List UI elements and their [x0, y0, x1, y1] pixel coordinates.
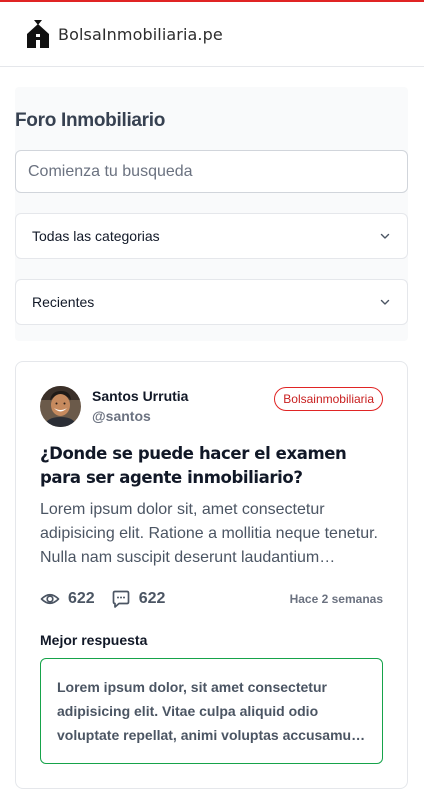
category-badge[interactable]: Bolsainmobiliaria: [274, 387, 383, 411]
post-card[interactable]: Santos Urrutia @santos Bolsainmobiliaria…: [15, 361, 408, 789]
best-answer-label: Mejor respuesta: [40, 632, 148, 648]
avatar[interactable]: [40, 386, 81, 427]
author-name[interactable]: Santos Urrutia: [92, 388, 188, 404]
best-answer-box[interactable]: Lorem ipsum dolor, sit amet consectetur …: [40, 658, 383, 764]
chevron-down-icon: [380, 299, 390, 305]
chevron-down-icon: [380, 233, 390, 239]
post-title[interactable]: ¿Donde se puede hacer el examen para ser…: [40, 442, 385, 490]
best-answer-text: Lorem ipsum dolor, sit amet consectetur …: [57, 679, 359, 743]
author-handle: @santos: [92, 408, 151, 424]
chat-bubble-icon: [112, 590, 130, 608]
post-excerpt: Lorem ipsum dolor sit, amet consectetur …: [40, 501, 378, 566]
sort-select[interactable]: Recientes: [15, 279, 408, 325]
category-select-value: Todas las categorias: [32, 228, 160, 244]
filter-panel: Foro Inmobiliario Todas las categorias R…: [15, 87, 408, 341]
logo-text: BolsaInmobiliaria.pe: [58, 24, 223, 44]
page-title: Foro Inmobiliario: [15, 110, 166, 131]
views-count: 622: [68, 590, 95, 607]
site-logo-link[interactable]: BolsaInmobiliaria.pe: [25, 17, 223, 51]
house-bag-icon: [27, 20, 49, 48]
comments-count: 622: [138, 590, 166, 607]
user-avatar-image: [40, 386, 81, 427]
category-select[interactable]: Todas las categorias: [15, 213, 408, 259]
search-input[interactable]: [15, 150, 408, 193]
post-stats: 622 622: [40, 587, 165, 611]
post-timestamp: Hace 2 semanas: [289, 592, 383, 606]
eye-icon: [40, 593, 60, 605]
sort-select-value: Recientes: [32, 294, 95, 310]
site-header: BolsaInmobiliaria.pe: [0, 2, 424, 67]
